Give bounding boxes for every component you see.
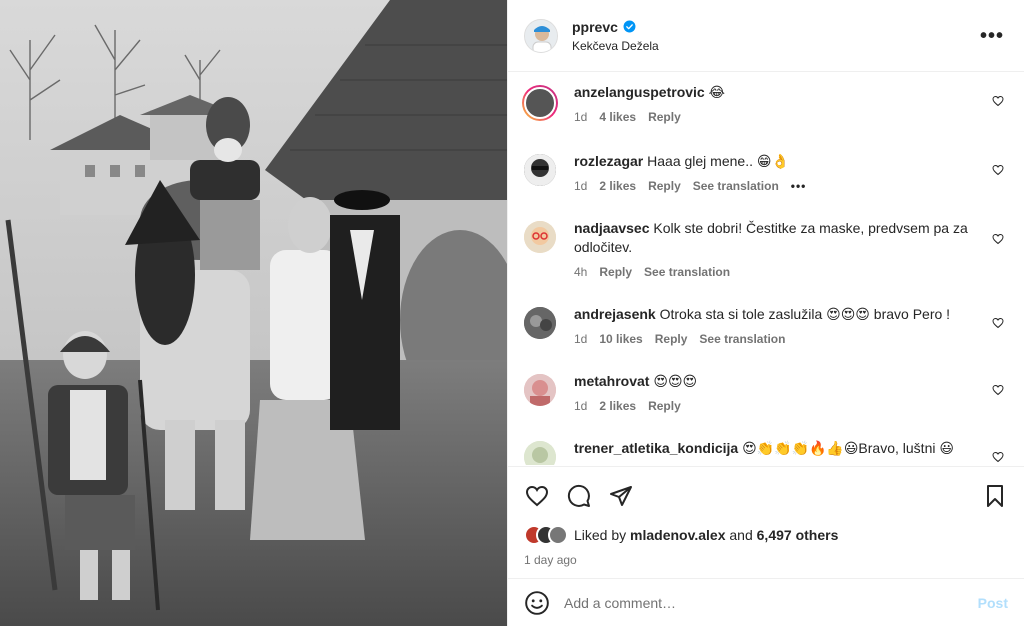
comment-likes[interactable]: 2 likes — [599, 399, 636, 413]
comment-item: trener_atletika_kondicija 😍👏👏👏🔥👍😃Bravo, … — [524, 439, 1008, 465]
comment-item: andrejasenk Otroka sta si tole zaslužila… — [524, 305, 1008, 346]
comment-time[interactable]: 1d — [574, 332, 587, 346]
comment-item: nadjaavsec Kolk ste dobri! Čestitke za m… — [524, 219, 1008, 279]
commenter-avatar[interactable] — [522, 85, 558, 121]
comment-text: 😂 — [708, 84, 725, 100]
comment-icon[interactable] — [566, 483, 592, 509]
heart-icon[interactable] — [992, 451, 1004, 463]
comment-likes[interactable]: 2 likes — [599, 179, 636, 193]
author-username[interactable]: pprevc — [572, 19, 618, 35]
comment-text: Otroka sta si tole zaslužila 😍😍😍 bravo P… — [659, 306, 951, 322]
heart-icon[interactable] — [992, 95, 1004, 107]
commenter-avatar[interactable] — [524, 441, 556, 465]
see-translation-button[interactable]: See translation — [644, 265, 730, 279]
heart-icon[interactable] — [992, 164, 1004, 176]
comment-item: rozlezagar Haaa glej mene.. 😁👌 1d 2 like… — [524, 152, 1008, 193]
comment-text: Haaa glej mene.. 😁👌 — [647, 153, 789, 169]
bookmark-icon[interactable] — [982, 483, 1008, 509]
more-options-icon[interactable]: ••• — [791, 179, 807, 193]
comment-username[interactable]: nadjaavsec — [574, 220, 650, 236]
liker-avatar[interactable] — [548, 525, 568, 545]
commenter-avatar[interactable] — [524, 221, 556, 253]
liked-by-user[interactable]: mladenov.alex — [630, 527, 725, 543]
post-actions: Liked by mladenov.alex and 6,497 others … — [508, 466, 1024, 567]
comment-time[interactable]: 1d — [574, 179, 587, 193]
see-translation-button[interactable]: See translation — [693, 179, 779, 193]
heart-icon[interactable] — [992, 384, 1004, 396]
comment-text: 😍👏👏👏🔥👍😃Bravo, luštni 😃 — [742, 440, 954, 456]
reply-button[interactable]: Reply — [648, 179, 681, 193]
heart-icon[interactable] — [992, 317, 1004, 329]
post-photo[interactable] — [0, 0, 507, 626]
photo-image — [0, 0, 507, 626]
post-header: pprevc Kekčeva Dežela ••• — [508, 0, 1024, 72]
reply-button[interactable]: Reply — [648, 399, 681, 413]
post-comment-button[interactable]: Post — [978, 595, 1008, 611]
liked-by-and: and — [729, 527, 753, 543]
post-side-panel: pprevc Kekčeva Dežela ••• anzelanguspetr… — [507, 0, 1024, 626]
commenter-avatar[interactable] — [524, 154, 556, 186]
comment-item: anzelanguspetrovic 😂 1d 4 likes Reply — [522, 83, 1008, 124]
comment-composer: Post — [508, 578, 1024, 626]
comment-input[interactable] — [564, 594, 978, 611]
heart-icon[interactable] — [524, 483, 550, 509]
more-options-icon[interactable]: ••• — [976, 26, 1008, 46]
comments-list[interactable]: anzelanguspetrovic 😂 1d 4 likes Reply ro… — [508, 73, 1024, 465]
comment-item: metahrovat 😍😍😍 1d 2 likes Reply — [524, 372, 1008, 413]
author-avatar[interactable] — [524, 18, 558, 53]
commenter-avatar[interactable] — [524, 374, 556, 406]
reply-button[interactable]: Reply — [599, 265, 632, 279]
emoji-icon[interactable] — [524, 590, 550, 616]
comment-likes[interactable]: 10 likes — [599, 332, 642, 346]
comment-username[interactable]: metahrovat — [574, 373, 649, 389]
likes-summary: Liked by mladenov.alex and 6,497 others — [524, 525, 1008, 545]
liked-by-others[interactable]: 6,497 others — [757, 527, 839, 543]
comment-time[interactable]: 1d — [574, 110, 587, 124]
liked-by-prefix: Liked by — [574, 527, 627, 543]
post-timestamp[interactable]: 1 day ago — [524, 553, 1008, 567]
comment-username[interactable]: anzelanguspetrovic — [574, 84, 705, 100]
share-icon[interactable] — [608, 483, 634, 509]
comment-username[interactable]: andrejasenk — [574, 306, 656, 322]
heart-icon[interactable] — [992, 233, 1004, 245]
reply-button[interactable]: Reply — [648, 110, 681, 124]
reply-button[interactable]: Reply — [655, 332, 688, 346]
comment-time[interactable]: 4h — [574, 265, 587, 279]
comment-username[interactable]: rozlezagar — [574, 153, 643, 169]
comment-text: 😍😍😍 — [653, 373, 698, 389]
comment-username[interactable]: trener_atletika_kondicija — [574, 440, 738, 456]
post-location[interactable]: Kekčeva Dežela — [572, 39, 976, 53]
verified-badge-icon — [623, 20, 636, 33]
post-dialog: pprevc Kekčeva Dežela ••• anzelanguspetr… — [0, 0, 1024, 626]
comment-likes[interactable]: 4 likes — [599, 110, 636, 124]
see-translation-button[interactable]: See translation — [699, 332, 785, 346]
comment-time[interactable]: 1d — [574, 399, 587, 413]
commenter-avatar[interactable] — [524, 307, 556, 339]
